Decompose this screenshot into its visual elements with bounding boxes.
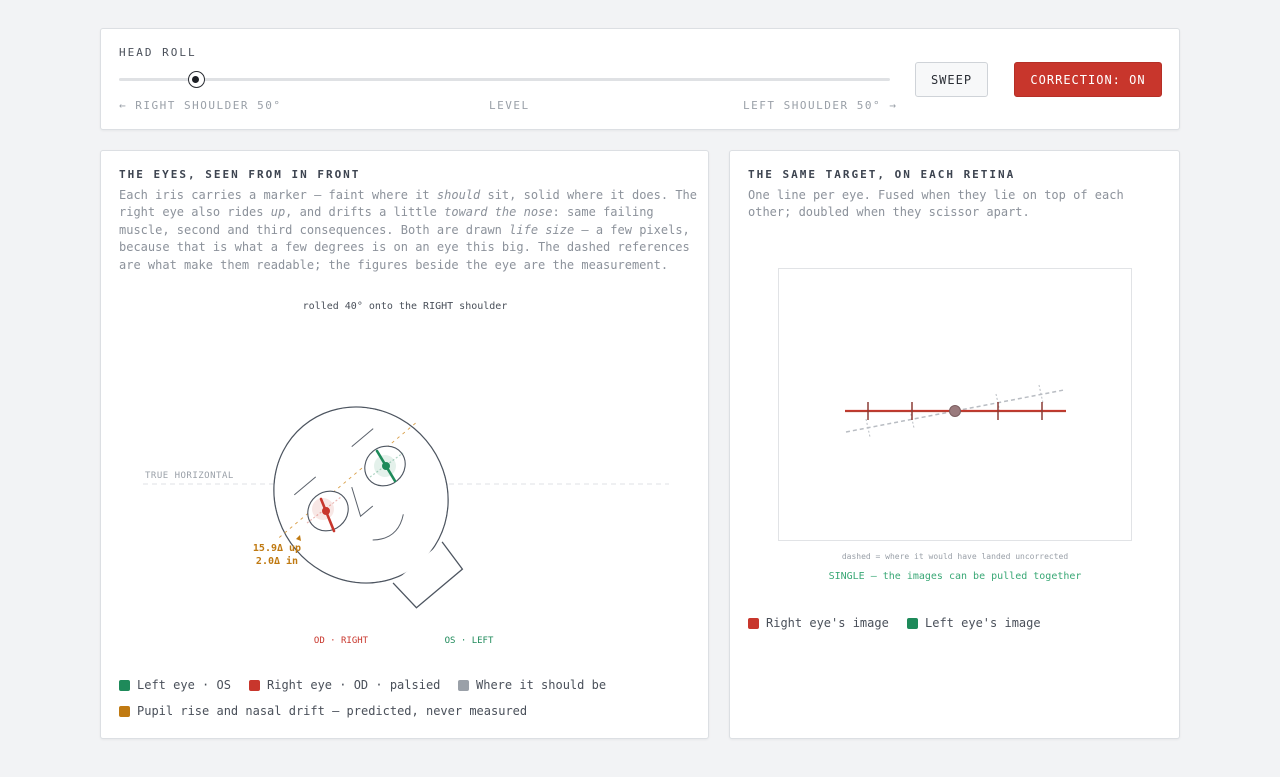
head-roll-control-card: HEAD ROLL ← RIGHT SHOULDER 50° LEVEL LEF…: [100, 28, 1180, 130]
fixation-target: [949, 405, 961, 417]
head-roll-slider-track[interactable]: [119, 78, 890, 81]
legend-swatch-amber: [119, 705, 130, 717]
figure-caption: rolled 40° onto the RIGHT shoulder: [303, 301, 508, 312]
legend-right-eye: Right eye · OD · palsied: [249, 678, 440, 692]
correction-toggle-button[interactable]: CORRECTION: ON: [1014, 62, 1162, 97]
eyes-front-view-panel: THE EYES, SEEN FROM IN FRONT Each iris c…: [100, 150, 709, 739]
retina-panel-title: THE SAME TARGET, ON EACH RETINA: [748, 168, 1016, 181]
measure-up-label: 15.9Δ up: [253, 543, 301, 554]
legend-left-image: Left eye's image: [907, 616, 1041, 630]
sweep-button[interactable]: SWEEP: [915, 62, 988, 97]
scale-level-label: LEVEL: [489, 99, 530, 112]
scale-left-shoulder-label: LEFT SHOULDER 50° →: [743, 99, 898, 112]
eyes-panel-title: THE EYES, SEEN FROM IN FRONT: [119, 168, 361, 181]
od-right-label: OD · RIGHT: [314, 636, 369, 646]
head-outline: [273, 406, 464, 609]
eyes-figure: rolled 40° onto the RIGHT shoulder TRUE …: [143, 301, 669, 646]
legend-swatch-green: [119, 679, 130, 691]
legend-swatch-red: [249, 679, 260, 691]
legend-swatch-grey: [458, 679, 469, 691]
retina-panel-description: One line per eye. Fused when they lie on…: [748, 188, 1124, 220]
legend-swatch-red: [748, 617, 759, 629]
eyes-panel-description: Each iris carries a marker — faint where…: [119, 188, 697, 272]
retina-view-panel: THE SAME TARGET, ON EACH RETINA One line…: [729, 150, 1180, 739]
legend-predicted: Pupil rise and nasal drift — predicted, …: [119, 704, 527, 718]
measure-in-label: 2.0Δ in: [256, 555, 298, 567]
uncorrected-note: dashed = where it would have landed unco…: [842, 552, 1069, 561]
retina-frame: [778, 268, 1132, 541]
os-left-label: OS · LEFT: [445, 636, 494, 646]
head-roll-label: HEAD ROLL: [119, 46, 197, 59]
legend-swatch-green: [907, 617, 918, 629]
legend-should-be: Where it should be: [458, 678, 606, 692]
true-horizontal-label: TRUE HORIZONTAL: [145, 471, 234, 481]
fusion-status: SINGLE — the images can be pulled togeth…: [829, 571, 1082, 582]
legend-right-image: Right eye's image: [748, 616, 889, 630]
scale-right-shoulder-label: ← RIGHT SHOULDER 50°: [119, 99, 282, 112]
retina-figure: dashed = where it would have landed unco…: [778, 268, 1132, 582]
head-roll-slider-thumb[interactable]: [187, 71, 205, 88]
legend-left-eye: Left eye · OS: [119, 678, 231, 692]
